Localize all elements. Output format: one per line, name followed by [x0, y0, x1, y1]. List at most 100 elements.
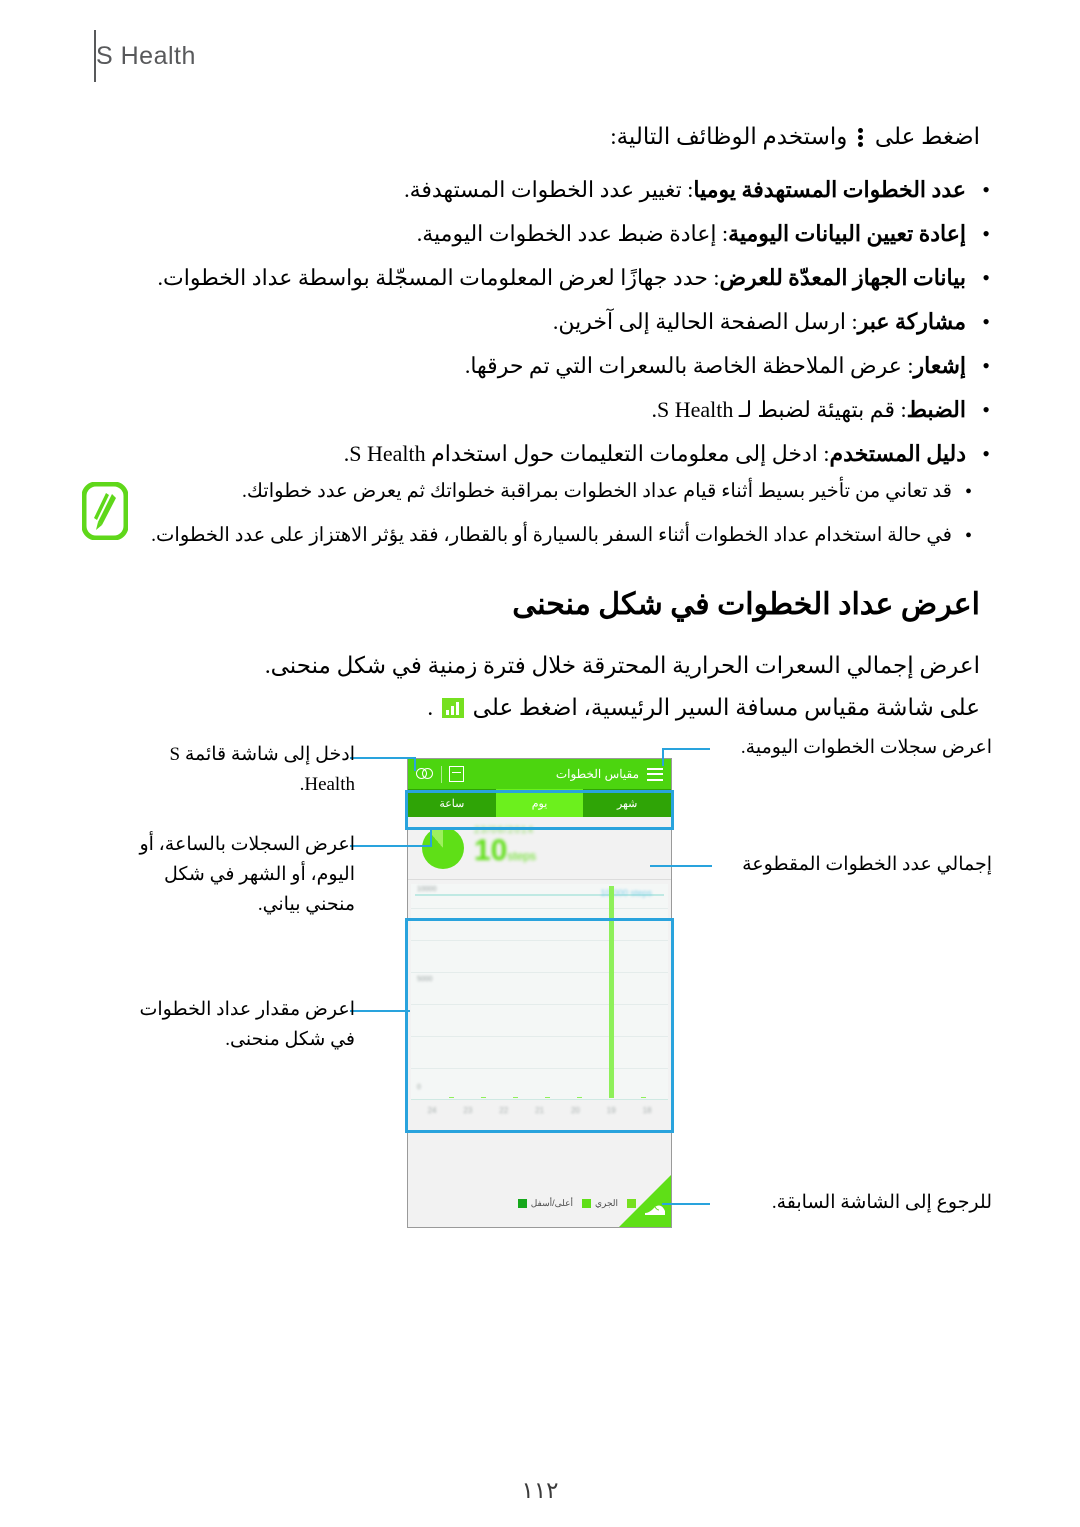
summary-text: 23/06/2014 10steps — [474, 825, 540, 871]
list-item-desc: : إعادة ضبط عدد الخطوات اليومية. — [416, 221, 729, 246]
intro-line: اضغط على واستخدم الوظائف التالية: — [80, 120, 1000, 154]
topbar-divider — [441, 765, 442, 783]
leader-line — [662, 748, 664, 766]
section-heading: اعرض عداد الخطوات في شكل منحنى — [512, 588, 980, 621]
list-item-desc: : تغيير عدد الخطوات المستهدفة. — [404, 177, 694, 202]
list-item: بيانات الجهاز المعدّة للعرض: حدد جهازًا … — [80, 256, 1000, 300]
tab-hour[interactable]: ساعة — [408, 789, 496, 817]
list-item: الضبط: قم بتهيئة لضبط لـ S Health. — [80, 388, 1000, 432]
manual-page: S Health اضغط على واستخدم الوظائف التالي… — [0, 0, 1080, 1527]
list-item-term: إعادة تعيين البيانات اليومية — [728, 221, 966, 246]
link-chain-icon[interactable] — [416, 768, 434, 780]
section-paragraph-1: اعرض إجمالي السعرات الحرارية المحترقة خل… — [264, 653, 980, 678]
chart-bar — [609, 886, 614, 1098]
app-topbar: مقياس الخطوات — [408, 759, 671, 789]
legend-swatch — [517, 1199, 527, 1208]
list-item-term: عدد الخطوات المستهدفة يوميا — [693, 177, 966, 202]
legend-label: أعلى/أسفل — [530, 1198, 573, 1208]
note-item: قد تعاني من تأخير بسيط أثناء قيام عداد ا… — [170, 470, 980, 514]
x-tick-label: 18 — [642, 1106, 652, 1115]
gridline — [411, 940, 668, 941]
chart-bar — [641, 1097, 646, 1098]
x-tick-label: 20 — [570, 1106, 580, 1115]
section-body: اعرض إجمالي السعرات الحرارية المحترقة خل… — [60, 645, 1000, 729]
intro-text-before: اضغط على — [874, 124, 980, 149]
list-item-term: إشعار — [913, 353, 967, 378]
header-title: S Health — [96, 41, 196, 70]
hamburger-menu-icon[interactable] — [647, 767, 663, 781]
list-item: إعادة تعيين البيانات اليومية: إعادة ضبط … — [80, 212, 1000, 256]
list-item-desc: : ارسل الصفحة الحالية إلى آخرين. — [552, 309, 858, 334]
progress-donut-icon — [422, 827, 464, 869]
chart-bar — [449, 1097, 454, 1098]
callout-daily-records: اعرض سجلات الخطوات اليومية. — [740, 737, 992, 758]
summary-steps-value: 10 — [474, 834, 508, 867]
callout-back: للرجوع إلى الشاشة السابقة. — [771, 1192, 992, 1213]
x-tick-label: 19 — [606, 1106, 616, 1115]
list-item-desc: : قم بتهيئة لضبط لـ S Health. — [651, 397, 907, 422]
callout-total-steps: إجمالي عدد الخطوات المقطوعة — [742, 854, 992, 875]
list-item-term: الضبط — [906, 397, 966, 422]
leader-line — [662, 748, 710, 750]
intro-text-after: واستخدم الوظائف التالية: — [610, 124, 848, 149]
bar-chart-icon — [441, 698, 464, 718]
chart-screen-icon[interactable] — [449, 766, 464, 782]
summary-steps: 10steps — [474, 836, 540, 871]
back-corner[interactable] — [619, 1175, 671, 1227]
leader-line — [414, 757, 416, 771]
chart-bar — [545, 1097, 550, 1098]
x-tick-label: 21 — [535, 1106, 544, 1115]
period-tabs: شهر يوم ساعة — [408, 789, 671, 817]
back-shoe-icon[interactable] — [644, 1204, 666, 1218]
header-rule — [94, 30, 96, 82]
legend-item: أعلى/أسفل — [517, 1198, 573, 1209]
section-paragraph-2: على شاشة مقياس مسافة السير الرئيسية، اضغ… — [60, 687, 980, 729]
leader-line — [662, 1203, 710, 1205]
page-number: ١١٢ — [521, 1478, 559, 1503]
y-tick-label: 0 — [417, 1084, 421, 1091]
callout-menu-screen: ادخل إلى شاشة قائمة S Health. — [169, 744, 355, 795]
note-list: قد تعاني من تأخير بسيط أثناء قيام عداد ا… — [80, 470, 1000, 558]
list-item-term: مشاركة عبر — [857, 309, 966, 334]
summary-row: 23/06/2014 10steps — [408, 817, 671, 880]
app-title: مقياس الخطوات — [555, 767, 639, 781]
samsung-note-icon — [82, 482, 128, 540]
list-item: عدد الخطوات المستهدفة يوميا: تغيير عدد ا… — [80, 168, 1000, 212]
gridline — [411, 972, 668, 973]
leader-line — [350, 1010, 410, 1012]
list-item: مشاركة عبر: ارسل الصفحة الحالية إلى آخري… — [80, 300, 1000, 344]
kebab-menu-icon — [857, 127, 865, 147]
topbar-icon-group — [416, 765, 464, 783]
section-paragraph-2-text: على شاشة مقياس مسافة السير الرئيسية، اضغ… — [472, 695, 980, 720]
leader-line — [350, 757, 416, 759]
note-block: قد تعاني من تأخير بسيط أثناء قيام عداد ا… — [80, 470, 1000, 558]
function-list: عدد الخطوات المستهدفة يوميا: تغيير عدد ا… — [80, 168, 1000, 476]
chart-bar — [481, 1097, 486, 1098]
x-tick-label: 22 — [499, 1106, 509, 1115]
x-tick-label: 24 — [427, 1106, 437, 1115]
chart-bar — [513, 1097, 518, 1098]
steps-chart[interactable]: 10,000 steps 10000 5000 0 — [411, 884, 668, 1100]
callout-curve-amount: اعرض مقدار عداد الخطوات في شكل منحنى. — [139, 999, 356, 1050]
tab-day[interactable]: يوم — [495, 789, 584, 817]
list-item-desc: : عرض الملاحظة الخاصة بالسعرات التي تم ح… — [464, 353, 914, 378]
gridline — [411, 1068, 668, 1069]
y-tick-label: 5000 — [417, 976, 433, 983]
leader-line — [350, 845, 432, 847]
leader-line — [430, 828, 432, 846]
body-content: اضغط على واستخدم الوظائف التالية: عدد ال… — [80, 120, 1000, 476]
note-item: في حالة استخدام عداد الخطوات أثناء السفر… — [151, 514, 980, 558]
callout-period-records: اعرض السجلات بالساعة، أو اليوم، أو الشهر… — [139, 834, 355, 915]
list-item-desc: : ادخل إلى معلومات التعليمات حول استخدام… — [343, 441, 830, 466]
list-item-term: بيانات الجهاز المعدّة للعرض — [719, 265, 966, 290]
chart-bar — [577, 1097, 582, 1098]
list-item-term: دليل المستخدم — [829, 441, 966, 466]
gridline — [411, 1036, 668, 1037]
tab-month[interactable]: شهر — [583, 789, 671, 817]
x-axis-labels: 18 19 20 21 22 23 24 — [408, 1100, 671, 1115]
legend-label: الجري — [594, 1198, 619, 1208]
list-item: إشعار: عرض الملاحظة الخاصة بالسعرات التي… — [80, 344, 1000, 388]
y-tick-label: 10000 — [417, 886, 437, 893]
x-tick-label: 23 — [463, 1106, 473, 1115]
running-header: S Health — [70, 30, 1010, 82]
